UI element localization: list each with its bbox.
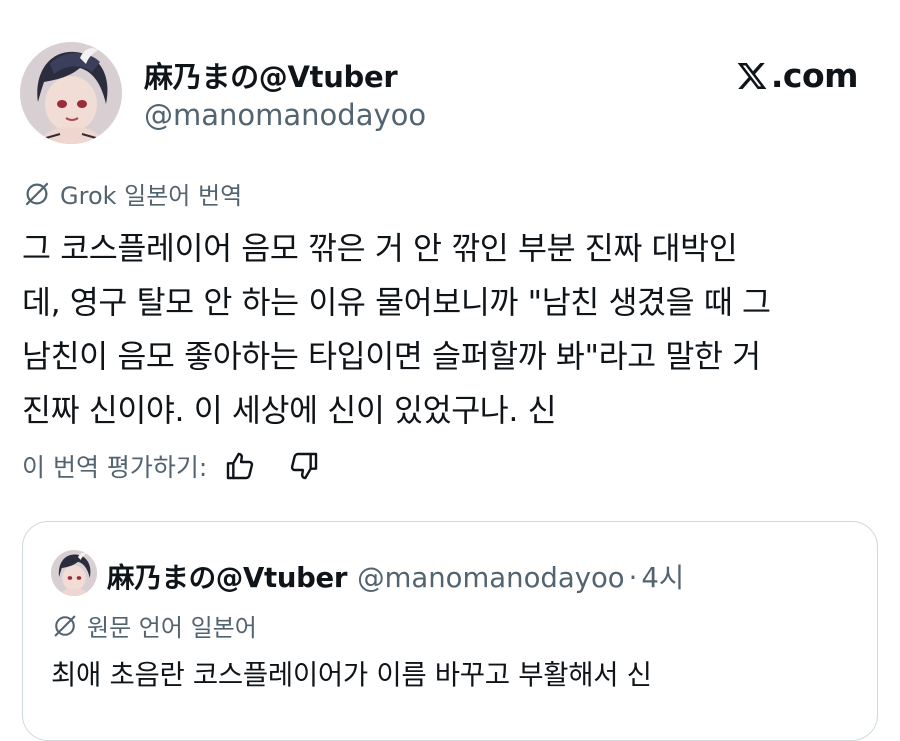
thumbs-down-button[interactable] — [287, 450, 321, 482]
post-body-line: 그 코스플레이어 음모 깎은 거 안 깎인 부분 진짜 대박인 — [22, 231, 738, 267]
thumbs-down-icon — [291, 452, 318, 480]
grok-icon — [54, 615, 76, 636]
author-avatar[interactable] — [20, 42, 122, 144]
rate-translation-label: 이 번역 평가하기: — [22, 453, 208, 482]
avatar-image — [51, 550, 97, 596]
post-header: 麻乃まの@Vtuber @manomanodayoo .com — [20, 42, 880, 146]
quoted-post-time[interactable]: 4시 — [641, 555, 684, 595]
author-display-name[interactable]: 麻乃まの@Vtuber — [144, 54, 398, 96]
grok-icon — [25, 182, 49, 205]
post-body-line: 남친이 음모 좋아하는 타입이면 슬퍼할까 봐"라고 말한 거 — [22, 339, 761, 375]
translation-label: Grok 일본어 번역 — [22, 176, 242, 211]
post-body-line: 데, 영구 탈모 안 하는 이유 물어보니까 "남친 생겼을 때 그 — [22, 285, 771, 321]
separator-dot: · — [628, 562, 638, 594]
quoted-author-display-name[interactable]: 麻乃まの@Vtuber — [107, 555, 347, 595]
brand-domain: .com — [770, 56, 859, 95]
quoted-post-header: 麻乃まの@Vtuber @manomanodayoo · 4시 — [107, 555, 684, 595]
post-body-line: 진짜 신이야. 이 세상에 신이 있었구나. 신 — [22, 393, 557, 429]
quoted-post-card[interactable]: 麻乃まの@Vtuber @manomanodayoo · 4시 원문 언어 일본… — [22, 521, 878, 741]
post-body: 그 코스플레이어 음모 깎은 거 안 깎인 부분 진짜 대박인 데, 영구 탈모… — [22, 222, 884, 438]
quoted-post-text: 최애 초음란 코스플레이어가 이름 바꾸고 부활해서 신 — [51, 659, 652, 691]
thumbs-up-icon — [227, 452, 254, 480]
avatar-image — [20, 42, 122, 144]
thumbs-up-button[interactable] — [223, 450, 257, 482]
quoted-author-avatar[interactable] — [51, 550, 97, 596]
x-brand: .com — [735, 56, 859, 95]
x-logo-icon — [737, 62, 767, 89]
translation-label-text: Grok 일본어 번역 — [60, 182, 243, 210]
original-language-text: 원문 언어 일본어 — [87, 614, 257, 642]
quoted-author-handle[interactable]: @manomanodayoo — [357, 562, 625, 594]
original-language-label: 원문 언어 일본어 — [51, 608, 257, 643]
rate-translation: 이 번역 평가하기: — [22, 448, 321, 484]
author-handle[interactable]: @manomanodayoo — [144, 98, 426, 132]
